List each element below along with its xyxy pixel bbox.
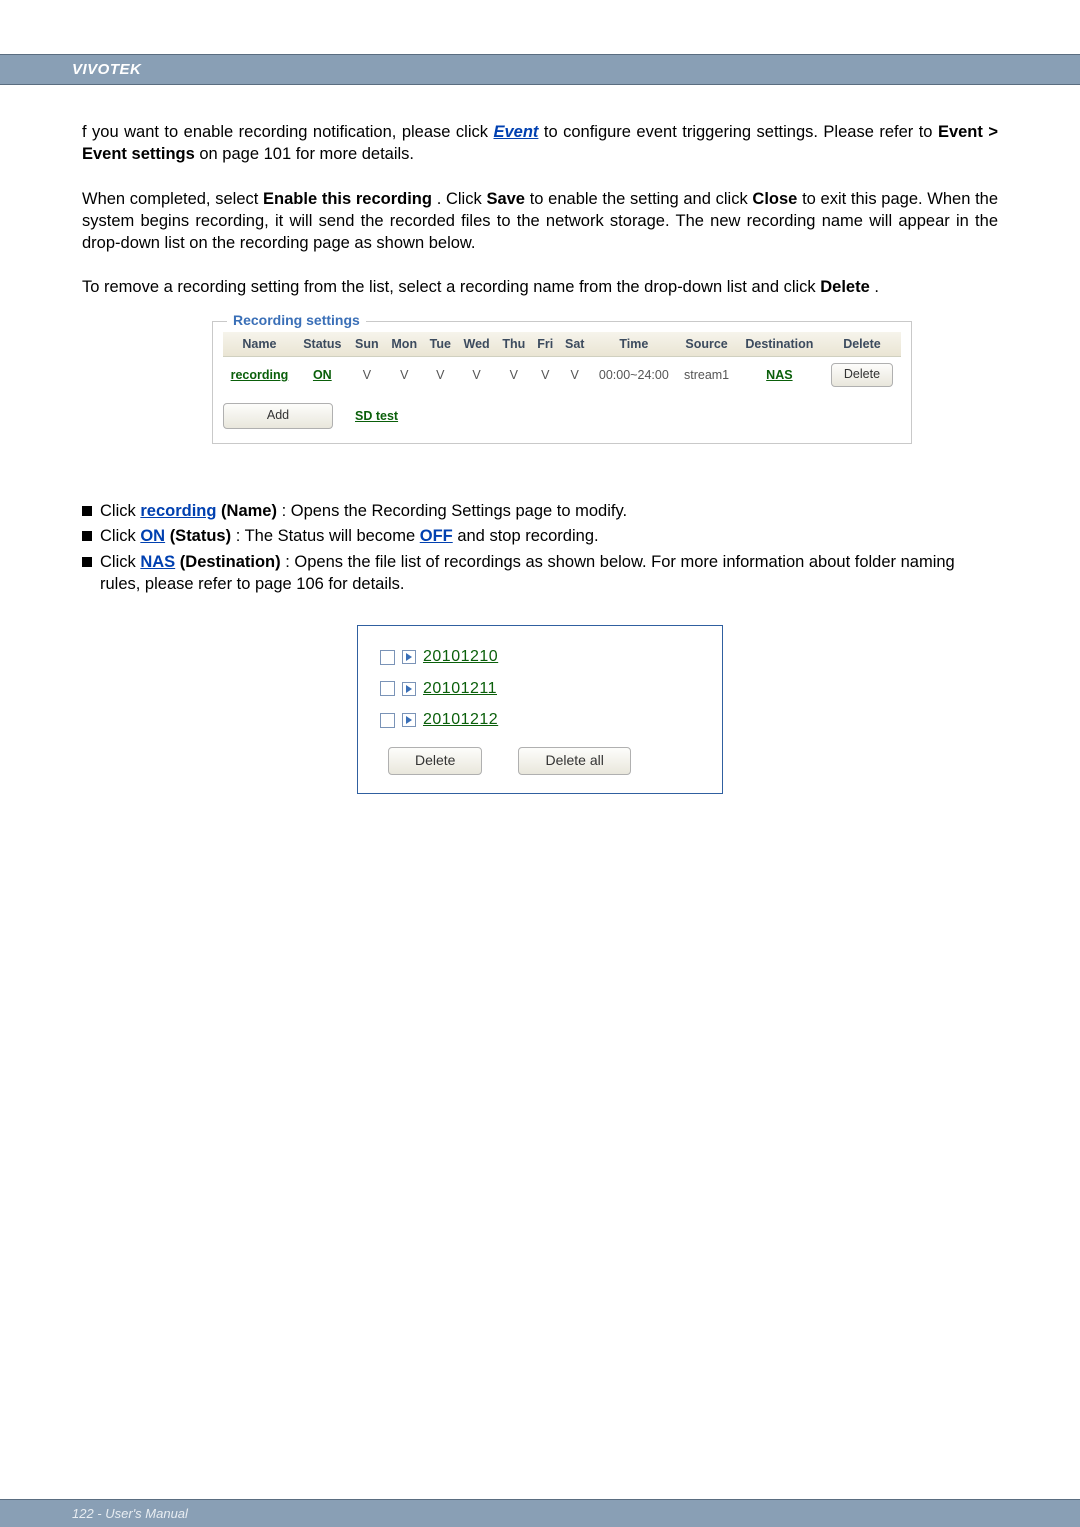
paragraph-3: To remove a recording setting from the l…	[82, 276, 998, 298]
file-row-2: 20101211	[380, 678, 704, 700]
add-button[interactable]: Add	[223, 403, 333, 429]
cell-mon: V	[385, 357, 424, 393]
b1-bold: (Name)	[221, 502, 277, 520]
p2-a: When completed, select	[82, 190, 263, 208]
th-sun: Sun	[349, 332, 385, 357]
b2-a: Click	[100, 527, 140, 545]
p3-a: To remove a recording setting from the l…	[82, 278, 820, 296]
p2-b1: Enable this recording	[263, 190, 432, 208]
file-row-1: 20101210	[380, 646, 704, 668]
th-mon: Mon	[385, 332, 424, 357]
sd-test-link[interactable]: SD test	[355, 408, 398, 425]
table-header-row: Name Status Sun Mon Tue Wed Thu Fri Sat …	[223, 332, 901, 357]
cell-fri: V	[532, 357, 559, 393]
footer-band: 122 - User's Manual	[0, 1499, 1080, 1527]
cell-thu: V	[496, 357, 531, 393]
th-thu: Thu	[496, 332, 531, 357]
cell-sat: V	[559, 357, 590, 393]
main-content: f you want to enable recording notificat…	[0, 85, 1080, 1434]
p1-text-c: on page 101 for more details.	[199, 145, 414, 163]
th-tue: Tue	[424, 332, 458, 357]
bullet-off-link[interactable]: OFF	[420, 527, 453, 545]
file-actions: Delete Delete all	[380, 747, 704, 775]
bullet-square-icon	[82, 531, 92, 541]
th-fri: Fri	[532, 332, 559, 357]
cell-sun: V	[349, 357, 385, 393]
bullet-1: Click recording (Name) : Opens the Recor…	[82, 500, 998, 522]
th-time: Time	[590, 332, 677, 357]
bullet-on-link[interactable]: ON	[140, 527, 165, 545]
file-row-3: 20101212	[380, 709, 704, 731]
th-source: Source	[677, 332, 736, 357]
p3-c: .	[874, 278, 879, 296]
file-list-box: 20101210 20101211 20101212 Delete Delete…	[357, 625, 723, 794]
checkbox-icon[interactable]	[380, 650, 395, 665]
bullet-2: Click ON (Status) : The Status will beco…	[82, 525, 998, 547]
header-band: VIVOTEK	[0, 54, 1080, 85]
th-sat: Sat	[559, 332, 590, 357]
cell-tue: V	[424, 357, 458, 393]
th-wed: Wed	[457, 332, 496, 357]
paragraph-2: When completed, select Enable this recor…	[82, 188, 998, 255]
b1-b: : Opens the Recording Settings page to m…	[282, 502, 627, 520]
recording-dest-link[interactable]: NAS	[766, 368, 792, 382]
p2-b: . Click	[437, 190, 487, 208]
b1-a: Click	[100, 502, 140, 520]
recording-status-link[interactable]: ON	[313, 368, 332, 382]
cell-wed: V	[457, 357, 496, 393]
event-link[interactable]: Event	[493, 123, 538, 141]
checkbox-icon[interactable]	[380, 681, 395, 696]
recording-settings-panel: Recording settings Name Status Sun Mon T…	[212, 321, 912, 445]
delete-row-button[interactable]: Delete	[831, 363, 893, 387]
top-whitespace	[0, 0, 1080, 54]
bullet-recording-link[interactable]: recording	[140, 502, 216, 520]
b2-bold: (Status)	[170, 527, 231, 545]
bullet-list: Click recording (Name) : Opens the Recor…	[82, 500, 998, 595]
cell-source: stream1	[677, 357, 736, 393]
brand-text: VIVOTEK	[72, 61, 141, 78]
folder-link-2[interactable]: 20101211	[423, 678, 497, 700]
p1-text-a: f you want to enable recording notificat…	[82, 123, 493, 141]
bullet-nas-link[interactable]: NAS	[140, 553, 175, 571]
footer-text: 122 - User's Manual	[72, 1506, 188, 1521]
recording-name-link[interactable]: recording	[231, 368, 289, 382]
arrow-right-icon[interactable]	[402, 650, 416, 664]
recording-actions: Add SD test	[223, 403, 901, 429]
p3-b: Delete	[820, 278, 870, 296]
bullet-3: Click NAS (Destination) : Opens the file…	[82, 551, 998, 596]
folder-link-3[interactable]: 20101212	[423, 709, 498, 731]
arrow-right-icon[interactable]	[402, 682, 416, 696]
p2-b3: Close	[752, 190, 797, 208]
b3-a: Click	[100, 553, 140, 571]
bullet-square-icon	[82, 506, 92, 516]
file-delete-all-button[interactable]: Delete all	[518, 747, 630, 775]
b3-bold: (Destination)	[180, 553, 281, 571]
th-status: Status	[296, 332, 349, 357]
cell-time: 00:00~24:00	[590, 357, 677, 393]
p1-text-b: to configure event triggering settings. …	[544, 123, 938, 141]
p2-c: to enable the setting and click	[530, 190, 753, 208]
th-name: Name	[223, 332, 296, 357]
p2-b2: Save	[486, 190, 525, 208]
recording-settings-legend: Recording settings	[227, 311, 366, 330]
checkbox-icon[interactable]	[380, 713, 395, 728]
th-destination: Destination	[736, 332, 823, 357]
table-row: recording ON V V V V V V V 00:00~24:00 s…	[223, 357, 901, 393]
spacer	[82, 794, 998, 1434]
file-delete-button[interactable]: Delete	[388, 747, 482, 775]
b2-c: and stop recording.	[457, 527, 598, 545]
b2-b: : The Status will become	[236, 527, 420, 545]
recording-table: Name Status Sun Mon Tue Wed Thu Fri Sat …	[223, 332, 901, 394]
paragraph-1: f you want to enable recording notificat…	[82, 121, 998, 166]
folder-link-1[interactable]: 20101210	[423, 646, 498, 668]
th-delete: Delete	[823, 332, 901, 357]
bullet-square-icon	[82, 557, 92, 567]
arrow-right-icon[interactable]	[402, 713, 416, 727]
